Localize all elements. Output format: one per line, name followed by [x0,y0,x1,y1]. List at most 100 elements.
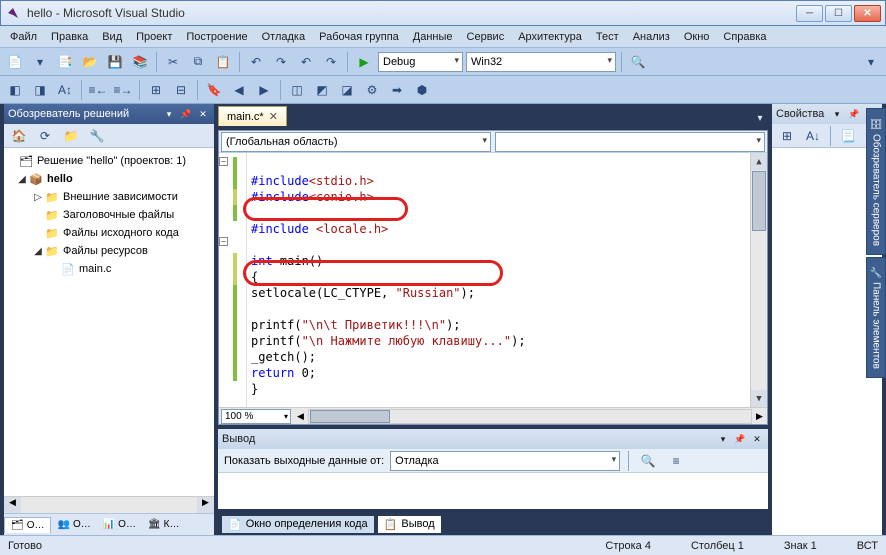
nav-back-button[interactable]: ↶ [295,51,317,73]
menu-analyze[interactable]: Анализ [627,29,676,45]
sol-tab-1[interactable]: 🗂О… [4,517,51,533]
tool-hex[interactable]: ⬢ [411,79,433,101]
menu-project[interactable]: Проект [130,29,178,45]
scroll-thumb[interactable] [752,171,766,231]
fold-icon[interactable]: − [219,157,228,166]
scroll-down-icon[interactable]: ▼ [751,390,767,407]
output-source-combo[interactable]: Отладка [390,451,620,471]
fold-icon[interactable]: − [219,237,228,246]
tool-3[interactable]: A↕ [54,79,76,101]
panel-close-icon[interactable]: ✕ [196,107,210,121]
cut-button[interactable]: ✂ [162,51,184,73]
tab-output[interactable]: 📋Вывод [378,516,441,533]
find-button[interactable]: 🔍 [627,51,649,73]
pin-icon[interactable]: 📌 [847,107,861,121]
vtab-server-explorer[interactable]: 🗄Обозреватель серверов [866,108,886,255]
sol-home-icon[interactable]: 🏠 [8,125,30,147]
close-tab-icon[interactable]: ✕ [269,110,278,123]
property-pages-icon[interactable]: 📃 [837,125,859,147]
menu-file[interactable]: Файл [4,29,43,45]
panel-menu-icon[interactable]: ▾ [162,107,176,121]
save-button[interactable]: 💾 [104,51,126,73]
tool-step[interactable]: ➡ [386,79,408,101]
scroll-up-icon[interactable]: ▲ [751,153,767,170]
open-button[interactable]: 📂 [79,51,101,73]
close-button[interactable]: ✕ [854,5,881,22]
menu-edit[interactable]: Правка [45,29,94,45]
menu-debug[interactable]: Отладка [256,29,311,45]
paste-button[interactable]: 📋 [212,51,234,73]
prev-bookmark[interactable]: ◀ [228,79,250,101]
menu-help[interactable]: Справка [717,29,772,45]
sol-showall-icon[interactable]: 📁 [60,125,82,147]
output-clear-icon[interactable]: ≡ [665,450,687,472]
folder-ext-deps[interactable]: Внешние зависимости [63,191,178,203]
menu-view[interactable]: Вид [96,29,128,45]
tool-obj[interactable]: ◪ [336,79,358,101]
solution-root[interactable]: Решение "hello" (проектов: 1) [37,155,186,167]
new-project-button[interactable]: 📄 [4,51,26,73]
menu-team[interactable]: Рабочая группа [313,29,405,45]
doc-tab-main-c[interactable]: main.c* ✕ [218,106,287,126]
next-bookmark[interactable]: ▶ [253,79,275,101]
menu-window[interactable]: Окно [678,29,716,45]
menu-build[interactable]: Построение [180,29,253,45]
panel-menu-icon[interactable]: ▾ [830,107,844,121]
horizontal-scrollbar[interactable] [308,409,752,424]
scroll-left-icon[interactable]: ◀ [293,411,308,422]
config-combo[interactable]: Debug [378,52,463,72]
tab-code-definition[interactable]: 📄Окно определения кода [222,516,374,533]
vertical-scrollbar[interactable]: ▲ ▼ [750,153,767,407]
menu-arch[interactable]: Архитектура [512,29,588,45]
nav-fwd-button[interactable]: ↷ [320,51,342,73]
folder-resources[interactable]: Файлы ресурсов [63,245,148,257]
vtab-toolbox[interactable]: 🔧Панель элементов [866,257,886,378]
pin-icon[interactable]: 📌 [179,107,193,121]
toolbar-overflow[interactable]: ▾ [860,51,882,73]
save-all-button[interactable]: 📚 [129,51,151,73]
member-combo[interactable] [495,132,765,152]
copy-button[interactable]: ⧉ [187,51,209,73]
panel-menu-icon[interactable]: ▾ [716,432,730,446]
tool-1[interactable]: ◧ [4,79,26,101]
sol-tab-4[interactable]: 🏛К… [142,517,186,532]
new-dropdown[interactable]: ▾ [29,51,51,73]
menu-test[interactable]: Тест [590,29,625,45]
sol-hscroll[interactable]: ◀ ▶ [4,496,214,513]
alphabetical-icon[interactable]: A↓ [802,125,824,147]
panel-close-icon[interactable]: ✕ [750,432,764,446]
folder-headers[interactable]: Заголовочные файлы [63,209,174,221]
sol-tab-3[interactable]: 📊О… [97,517,142,532]
scope-combo[interactable]: (Глобальная область) [221,132,491,152]
code-content[interactable]: #include<stdio.h> #include<conio.h> #inc… [251,157,749,397]
bookmark-button[interactable]: 🔖 [203,79,225,101]
tab-list-dropdown[interactable]: ▾ [752,110,768,126]
indent-button[interactable]: ≡← [87,79,109,101]
scroll-right-icon[interactable]: ▶ [752,411,767,422]
maximize-button[interactable]: ☐ [825,5,852,22]
sol-tab-2[interactable]: 👥О… [51,517,96,532]
outdent-button[interactable]: ≡→ [112,79,134,101]
solution-tree[interactable]: 🗂Решение "hello" (проектов: 1) ◢📦hello ▷… [4,148,214,496]
sol-props-icon[interactable]: 🔧 [86,125,108,147]
output-find-icon[interactable]: 🔍 [637,450,659,472]
file-main-c[interactable]: main.c [79,263,111,275]
comment-button[interactable]: ⊞ [145,79,167,101]
menu-data[interactable]: Данные [407,29,459,45]
uncomment-button[interactable]: ⊟ [170,79,192,101]
tool-2[interactable]: ◨ [29,79,51,101]
zoom-combo[interactable]: 100 % [221,409,291,424]
platform-combo[interactable]: Win32 [466,52,616,72]
folder-source[interactable]: Файлы исходного кода [63,227,179,239]
sol-refresh-icon[interactable]: ⟳ [34,125,56,147]
start-debug-button[interactable]: ▶ [353,51,375,73]
project-node[interactable]: hello [47,173,73,185]
code-area[interactable]: − − #include<stdio.h> #include<conio.h> … [219,153,767,407]
tool-class[interactable]: ◩ [311,79,333,101]
pin-icon[interactable]: 📌 [733,432,747,446]
undo-button[interactable]: ↶ [245,51,267,73]
minimize-button[interactable]: ─ [796,5,823,22]
redo-button[interactable]: ↷ [270,51,292,73]
output-text[interactable] [218,473,768,509]
categorized-icon[interactable]: ⊞ [776,125,798,147]
